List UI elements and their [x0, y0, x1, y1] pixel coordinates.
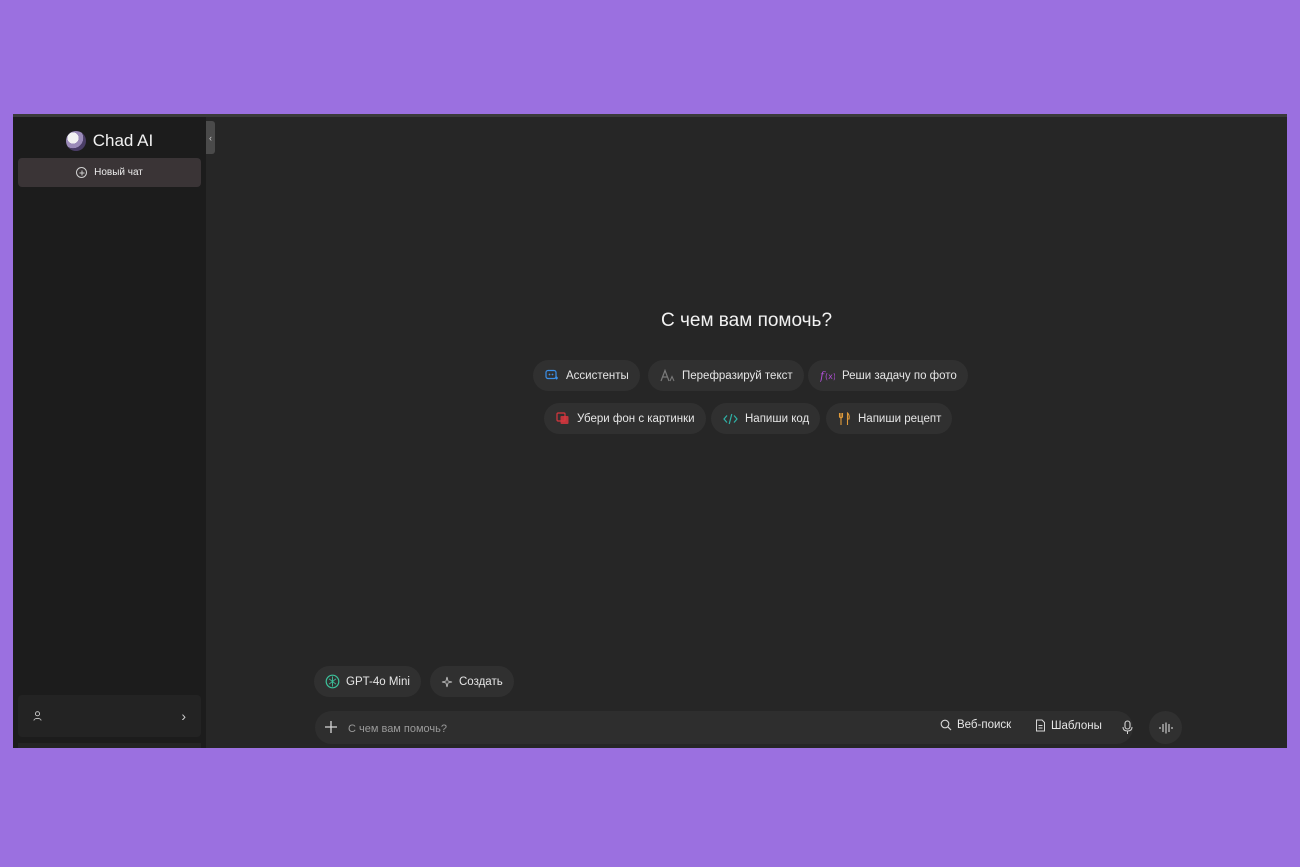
- suggestion-label: Напиши рецепт: [858, 412, 942, 425]
- new-chat-button[interactable]: Новый чат: [18, 158, 201, 187]
- brand: Chad AI: [13, 129, 206, 153]
- message-composer: Веб-поиск Шаблоны: [315, 711, 1133, 744]
- plus-circle-icon: [76, 167, 88, 178]
- microphone-icon[interactable]: [1122, 720, 1133, 735]
- suggestion-label: Напиши код: [745, 412, 810, 425]
- function-icon: f (x): [820, 370, 835, 383]
- text-style-icon: [660, 369, 675, 382]
- model-label: GPT-4o Mini: [346, 675, 410, 688]
- model-selector-button[interactable]: GPT-4o Mini: [314, 666, 421, 697]
- sidebar-footer: [18, 743, 201, 748]
- document-icon: [1036, 719, 1045, 732]
- suggestion-label: Реши задачу по фото: [842, 369, 957, 382]
- web-search-button[interactable]: Веб-поиск: [940, 719, 1011, 731]
- suggestion-label: Убери фон с картинки: [577, 412, 695, 425]
- search-icon: [940, 719, 952, 731]
- remove-background-icon: [556, 412, 569, 424]
- main-area: С чем вам помочь? Ассистенты Перефразиру…: [206, 117, 1287, 748]
- create-button[interactable]: Создать: [430, 666, 514, 697]
- user-profile-button[interactable]: ›: [18, 695, 201, 737]
- openai-icon: [325, 674, 340, 689]
- user-icon: [33, 711, 42, 721]
- code-icon: [723, 413, 738, 424]
- suggestion-label: Ассистенты: [566, 369, 629, 382]
- templates-label: Шаблоны: [1051, 719, 1102, 732]
- page-title: С чем вам помочь?: [660, 310, 833, 331]
- suggestion-remove-background[interactable]: Убери фон с картинки: [544, 403, 706, 434]
- chevron-right-icon: ›: [181, 708, 186, 724]
- suggestion-label: Перефразируй текст: [682, 369, 793, 382]
- suggestion-solve-photo[interactable]: f (x) Реши задачу по фото: [808, 360, 968, 391]
- create-label: Создать: [459, 675, 503, 688]
- suggestion-write-code[interactable]: Напиши код: [711, 403, 821, 434]
- templates-button[interactable]: Шаблоны: [1035, 719, 1102, 732]
- brand-name: Chad AI: [92, 131, 154, 150]
- voice-mode-button[interactable]: [1149, 711, 1182, 744]
- svg-text:(x): (x): [825, 372, 835, 381]
- waveform-icon: [1158, 722, 1173, 733]
- web-search-label: Веб-поиск: [957, 719, 1012, 731]
- assistant-icon: [545, 369, 558, 380]
- suggestion-write-recipe[interactable]: Напиши рецепт: [826, 403, 953, 434]
- chad-ai-logo-icon: [65, 131, 86, 151]
- cutlery-icon: [838, 411, 850, 425]
- message-input[interactable]: [346, 717, 910, 740]
- sidebar: Chad AI Новый чат ›: [13, 117, 206, 748]
- app-window: Chad AI Новый чат › ‹ С чем вам помочь?: [13, 114, 1287, 748]
- new-chat-label: Новый чат: [94, 167, 143, 178]
- sparkle-icon: [441, 676, 453, 687]
- add-attachment-icon[interactable]: [324, 720, 338, 734]
- suggestion-paraphrase[interactable]: Перефразируй текст: [648, 360, 804, 391]
- suggestion-assistants[interactable]: Ассистенты: [533, 360, 640, 391]
